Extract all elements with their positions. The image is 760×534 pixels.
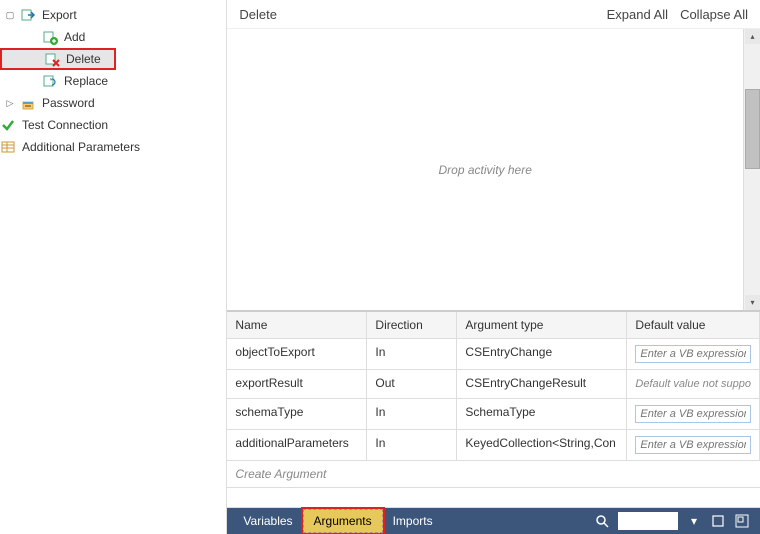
expand-all-button[interactable]: Expand All (607, 7, 668, 22)
arg-default-cell: Default value not suppo (627, 370, 760, 399)
tree-label: Add (62, 30, 85, 44)
export-icon (20, 7, 36, 23)
table-row[interactable]: schemaType In SchemaType (227, 399, 760, 430)
col-header-name[interactable]: Name (227, 312, 367, 339)
tree-label: Export (40, 8, 77, 22)
arg-name-cell[interactable]: exportResult (227, 370, 367, 399)
arg-direction-cell[interactable]: Out (367, 370, 457, 399)
expander-icon[interactable]: ▷ (4, 97, 16, 109)
blank-row (227, 488, 760, 508)
zoom-select[interactable] (618, 512, 678, 530)
default-value-input[interactable] (635, 405, 751, 423)
arg-direction-cell[interactable]: In (367, 430, 457, 461)
tree-item-delete[interactable]: Delete (0, 48, 116, 70)
password-icon (20, 95, 36, 111)
arg-name-cell[interactable]: schemaType (227, 399, 367, 430)
vertical-scrollbar[interactable]: ▴ ▾ (743, 29, 760, 310)
status-bar: Variables Arguments Imports ▾ (227, 508, 760, 534)
expander-icon[interactable]: ▢ (4, 9, 16, 21)
scroll-thumb[interactable] (745, 89, 760, 169)
arg-default-cell[interactable] (627, 430, 760, 461)
chevron-down-icon[interactable]: ▾ (684, 511, 704, 531)
arg-default-cell[interactable] (627, 399, 760, 430)
col-header-direction[interactable]: Direction (367, 312, 457, 339)
page-title: Delete (239, 7, 277, 22)
search-icon[interactable] (592, 511, 612, 531)
arg-name-cell[interactable]: additionalParameters (227, 430, 367, 461)
arg-default-cell[interactable] (627, 339, 760, 370)
tree-label: Delete (64, 52, 101, 66)
create-argument-row[interactable]: Create Argument (227, 461, 760, 488)
arg-name-cell[interactable]: objectToExport (227, 339, 367, 370)
drop-target[interactable]: Drop activity here (227, 29, 743, 310)
replace-icon (42, 73, 58, 89)
arguments-grid: Name Direction Argument type Default val… (227, 311, 760, 508)
default-value-static: Default value not suppo (635, 376, 751, 392)
arg-direction-cell[interactable]: In (367, 339, 457, 370)
arg-type-cell[interactable]: CSEntryChange (457, 339, 627, 370)
add-icon (42, 29, 58, 45)
default-value-input[interactable] (635, 436, 751, 454)
sidebar: ▢ Export Add Delete Replace ▷ (0, 0, 226, 534)
tree-label: Additional Parameters (20, 140, 140, 154)
arg-type-cell[interactable]: KeyedCollection<String,Con (457, 430, 627, 461)
breadcrumb: Delete Expand All Collapse All (227, 0, 760, 28)
tree-item-add[interactable]: Add (0, 26, 226, 48)
collapse-all-button[interactable]: Collapse All (680, 7, 748, 22)
tab-arguments[interactable]: Arguments (303, 509, 383, 533)
arg-type-cell[interactable]: CSEntryChangeResult (457, 370, 627, 399)
default-value-input[interactable] (635, 345, 751, 363)
col-header-default[interactable]: Default value (627, 312, 760, 339)
scroll-down-icon[interactable]: ▾ (745, 295, 760, 310)
drop-hint: Drop activity here (439, 163, 532, 177)
params-icon (0, 139, 16, 155)
tab-imports[interactable]: Imports (383, 510, 443, 532)
tree-label: Replace (62, 74, 108, 88)
table-row[interactable]: additionalParameters In KeyedCollection<… (227, 430, 760, 461)
delete-icon (44, 51, 60, 67)
tree-item-replace[interactable]: Replace (0, 70, 226, 92)
check-icon (0, 117, 16, 133)
scroll-up-icon[interactable]: ▴ (745, 29, 760, 44)
tree-label: Test Connection (20, 118, 108, 132)
tree-item-test-connection[interactable]: Test Connection (0, 114, 226, 136)
right-pane: Delete Expand All Collapse All Drop acti… (226, 0, 760, 534)
tree-item-export[interactable]: ▢ Export (0, 4, 226, 26)
grid-header-row: Name Direction Argument type Default val… (227, 312, 760, 339)
arg-type-cell[interactable]: SchemaType (457, 399, 627, 430)
col-header-type[interactable]: Argument type (457, 312, 627, 339)
table-row[interactable]: objectToExport In CSEntryChange (227, 339, 760, 370)
tree-item-password[interactable]: ▷ Password (0, 92, 226, 114)
tree-item-additional-params[interactable]: Additional Parameters (0, 136, 226, 158)
arg-direction-cell[interactable]: In (367, 399, 457, 430)
designer-canvas-area: Drop activity here ▴ ▾ (227, 28, 760, 311)
table-row[interactable]: exportResult Out CSEntryChangeResult Def… (227, 370, 760, 399)
tab-variables[interactable]: Variables (233, 510, 302, 532)
overview-icon[interactable] (732, 511, 752, 531)
tree-label: Password (40, 96, 95, 110)
fit-to-screen-icon[interactable] (708, 511, 728, 531)
